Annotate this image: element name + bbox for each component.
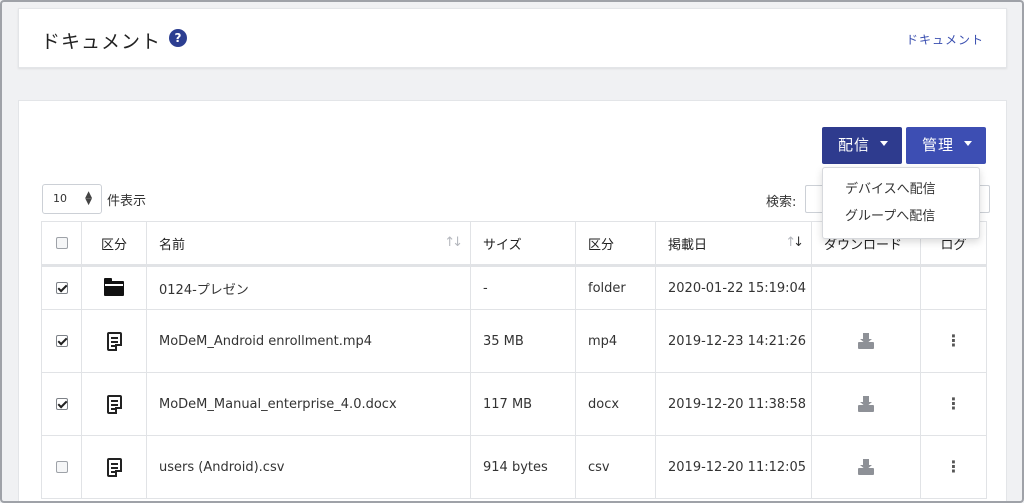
column-header-name[interactable]: 名前 ↑↓ bbox=[146, 221, 471, 267]
row-name[interactable]: users (Android).csv bbox=[146, 435, 471, 499]
help-icon[interactable]: ? bbox=[169, 29, 187, 47]
deliver-dropdown-menu: デバイスへ配信 グループへ配信 bbox=[822, 167, 980, 239]
file-icon bbox=[106, 457, 122, 477]
document-list-card: 配信 管理 デバイスへ配信 グループへ配信 10 ▲ ▼ 件表示 検索: 区分 名… bbox=[18, 100, 1007, 503]
row-date: 2020-01-22 15:19:04 bbox=[655, 265, 812, 310]
column-header-size: サイズ bbox=[470, 221, 576, 267]
more-vertical-icon[interactable]: ⋮ bbox=[946, 394, 962, 413]
row-download-cell bbox=[811, 435, 921, 499]
row-date: 2019-12-20 11:12:05 bbox=[655, 435, 812, 499]
page-length-label: 件表示 bbox=[107, 194, 147, 209]
column-header-category-icon: 区分 bbox=[81, 221, 147, 267]
row-select-cell bbox=[41, 435, 82, 499]
file-icon bbox=[106, 331, 122, 351]
search-label: 検索: bbox=[766, 195, 797, 210]
column-header-date[interactable]: 掲載日 ↑↓ bbox=[655, 221, 812, 267]
document-table: 区分 名前 ↑↓ サイズ 区分 掲載日 ↑↓ ダウンロード ログ 0124-プレゼン… bbox=[41, 221, 987, 499]
caret-down-icon bbox=[964, 141, 973, 146]
row-name[interactable]: MoDeM_Manual_enterprise_4.0.docx bbox=[146, 372, 471, 436]
table-row[interactable]: 0124-プレゼン - folder 2020-01-22 15:19:04 bbox=[41, 265, 987, 310]
row-name[interactable]: 0124-プレゼン bbox=[146, 265, 471, 310]
table-row[interactable]: users (Android).csv 914 bytes csv 2019-1… bbox=[41, 435, 987, 499]
column-header-name-label: 名前 bbox=[159, 237, 186, 253]
row-size: 914 bytes bbox=[470, 435, 576, 499]
row-size: 117 MB bbox=[470, 372, 576, 436]
row-checkbox[interactable] bbox=[55, 398, 68, 410]
manage-button-label: 管理 bbox=[922, 136, 955, 154]
row-download-cell bbox=[811, 265, 921, 310]
page-header: ドキュメント ? ドキュメント bbox=[18, 8, 1007, 68]
column-header-type: 区分 bbox=[575, 221, 656, 267]
row-name[interactable]: MoDeM_Android enrollment.mp4 bbox=[146, 309, 471, 373]
page-title: ドキュメント bbox=[41, 31, 162, 53]
table-row[interactable]: MoDeM_Android enrollment.mp4 35 MB mp4 2… bbox=[41, 309, 987, 373]
page-length-value: 10 bbox=[53, 192, 67, 205]
row-size: - bbox=[470, 265, 576, 310]
download-icon[interactable] bbox=[858, 459, 874, 475]
row-log-cell bbox=[920, 265, 987, 310]
row-icon-cell bbox=[81, 309, 147, 373]
select-all-header bbox=[41, 221, 82, 267]
row-date: 2019-12-23 14:21:26 bbox=[655, 309, 812, 373]
row-checkbox[interactable] bbox=[55, 282, 68, 294]
row-select-cell bbox=[41, 372, 82, 436]
select-arrows-icon: ▲ ▼ bbox=[85, 190, 92, 207]
menu-item-deliver-to-group[interactable]: グループへ配信 bbox=[823, 203, 979, 230]
deliver-button[interactable]: 配信 bbox=[822, 127, 902, 164]
column-header-date-label: 掲載日 bbox=[668, 237, 708, 253]
row-icon-cell bbox=[81, 265, 147, 310]
row-checkbox[interactable] bbox=[55, 335, 68, 347]
select-all-checkbox[interactable] bbox=[55, 237, 68, 249]
row-log-cell: ⋮ bbox=[920, 435, 987, 499]
sort-both-icon: ↑↓ bbox=[444, 235, 463, 250]
row-date: 2019-12-20 11:38:58 bbox=[655, 372, 812, 436]
menu-item-deliver-to-device[interactable]: デバイスへ配信 bbox=[823, 176, 979, 203]
row-type: mp4 bbox=[575, 309, 656, 373]
row-icon-cell bbox=[81, 372, 147, 436]
download-icon[interactable] bbox=[858, 396, 874, 412]
manage-button[interactable]: 管理 bbox=[906, 127, 986, 164]
row-log-cell: ⋮ bbox=[920, 372, 987, 436]
page-length-select[interactable]: 10 ▲ ▼ bbox=[42, 184, 102, 214]
row-download-cell bbox=[811, 372, 921, 436]
row-size: 35 MB bbox=[470, 309, 576, 373]
row-checkbox[interactable] bbox=[55, 461, 68, 473]
row-type: docx bbox=[575, 372, 656, 436]
file-icon bbox=[106, 394, 122, 414]
more-vertical-icon[interactable]: ⋮ bbox=[946, 457, 962, 476]
row-log-cell: ⋮ bbox=[920, 309, 987, 373]
breadcrumb[interactable]: ドキュメント bbox=[906, 31, 984, 48]
row-select-cell bbox=[41, 309, 82, 373]
more-vertical-icon[interactable]: ⋮ bbox=[946, 331, 962, 350]
sort-desc-icon: ↑↓ bbox=[785, 235, 804, 250]
row-type: csv bbox=[575, 435, 656, 499]
table-row[interactable]: MoDeM_Manual_enterprise_4.0.docx 117 MB … bbox=[41, 372, 987, 436]
deliver-button-label: 配信 bbox=[838, 136, 871, 154]
folder-icon bbox=[104, 277, 124, 296]
row-select-cell bbox=[41, 265, 82, 310]
row-icon-cell bbox=[81, 435, 147, 499]
row-type: folder bbox=[575, 265, 656, 310]
row-download-cell bbox=[811, 309, 921, 373]
download-icon[interactable] bbox=[858, 333, 874, 349]
caret-down-icon bbox=[880, 141, 889, 146]
